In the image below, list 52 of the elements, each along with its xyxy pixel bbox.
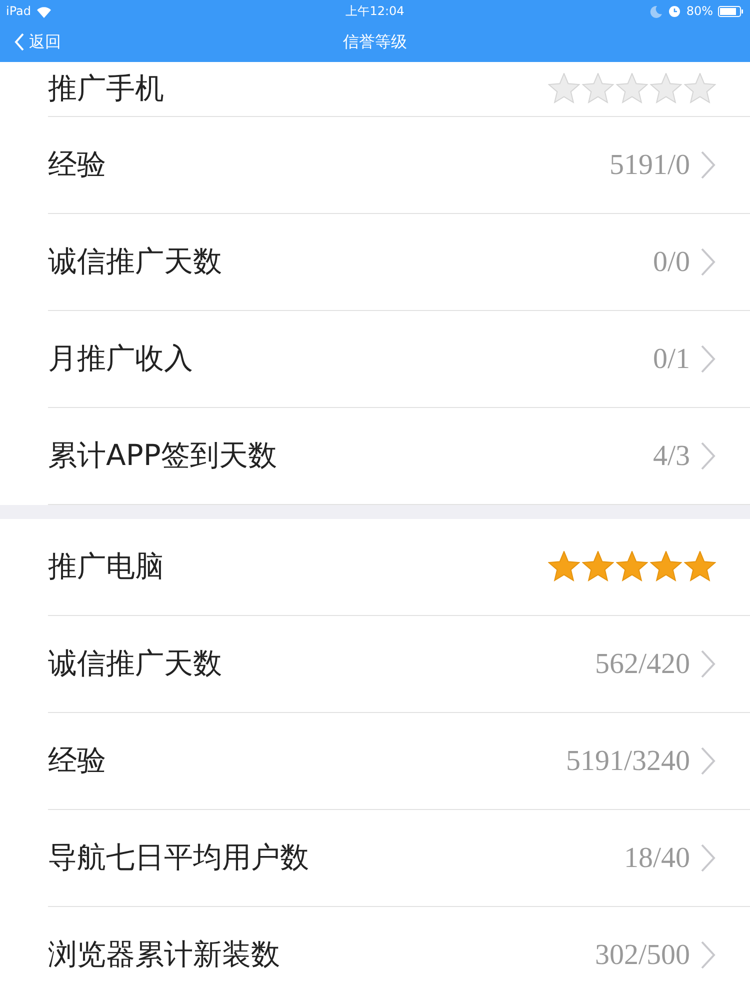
row-label: 导航七日平均用户数 bbox=[48, 839, 310, 876]
row-label: 诚信推广天数 bbox=[48, 645, 223, 682]
list-row[interactable]: 诚信推广天数 0/0 bbox=[48, 214, 750, 311]
chevron-right-icon bbox=[700, 649, 716, 679]
star-icon bbox=[582, 551, 614, 583]
chevron-right-icon bbox=[700, 344, 716, 374]
row-label: 月推广收入 bbox=[48, 340, 194, 377]
star-icon bbox=[616, 551, 648, 583]
row-value: 18/40 bbox=[624, 842, 690, 874]
chevron-right-icon bbox=[700, 150, 716, 180]
battery-percent: 80% bbox=[686, 4, 713, 18]
row-value: 302/500 bbox=[594, 938, 690, 972]
alarm-icon bbox=[668, 4, 682, 18]
page-title: 信誉等级 bbox=[343, 32, 407, 50]
chevron-right-icon bbox=[700, 843, 716, 873]
row-label: 浏览器累计新装数 bbox=[48, 936, 281, 973]
chevron-right-icon bbox=[700, 746, 716, 776]
row-value: 4/3 bbox=[652, 440, 690, 472]
row-value: 0/1 bbox=[652, 342, 690, 376]
star-icon bbox=[650, 551, 682, 583]
star-icon bbox=[616, 73, 648, 105]
star-icon bbox=[548, 73, 580, 105]
list-row[interactable]: 月推广收入 0/1 bbox=[48, 311, 750, 408]
row-label: 诚信推广天数 bbox=[48, 243, 223, 280]
row-label: 推广电脑 bbox=[48, 548, 165, 585]
row-label: 推广手机 bbox=[48, 70, 165, 107]
list-row[interactable]: 经验 5191/0 bbox=[48, 117, 750, 214]
row-value: 562/420 bbox=[594, 648, 690, 680]
chevron-right-icon bbox=[700, 247, 716, 277]
row-value: 0/0 bbox=[652, 246, 690, 278]
star-icon bbox=[548, 551, 580, 583]
row-value: 5191/0 bbox=[609, 148, 690, 182]
list-row[interactable]: 经验 5191/3240 bbox=[48, 713, 750, 810]
list-row[interactable]: 导航七日平均用户数 18/40 bbox=[48, 810, 750, 907]
row-value: 5191/3240 bbox=[566, 744, 690, 778]
chevron-right-icon bbox=[700, 441, 716, 471]
moon-icon bbox=[650, 4, 664, 18]
wifi-icon bbox=[36, 4, 52, 18]
star-icon bbox=[582, 73, 614, 105]
row-label: 经验 bbox=[48, 742, 107, 779]
list-row[interactable]: 浏览器累计新装数 302/500 bbox=[48, 907, 750, 1000]
row-label: 累计APP签到天数 bbox=[48, 437, 278, 474]
list-row[interactable]: 诚信推广天数 562/420 bbox=[48, 616, 750, 713]
chevron-right-icon bbox=[700, 940, 716, 970]
chevron-left-icon bbox=[14, 33, 25, 51]
battery-icon bbox=[718, 6, 744, 16]
star-icon bbox=[650, 73, 682, 105]
row-label: 经验 bbox=[48, 146, 107, 183]
status-time: 上午12:04 bbox=[346, 2, 404, 20]
device-name: iPad bbox=[6, 4, 32, 18]
star-icon bbox=[684, 551, 716, 583]
star-icon bbox=[684, 73, 716, 105]
